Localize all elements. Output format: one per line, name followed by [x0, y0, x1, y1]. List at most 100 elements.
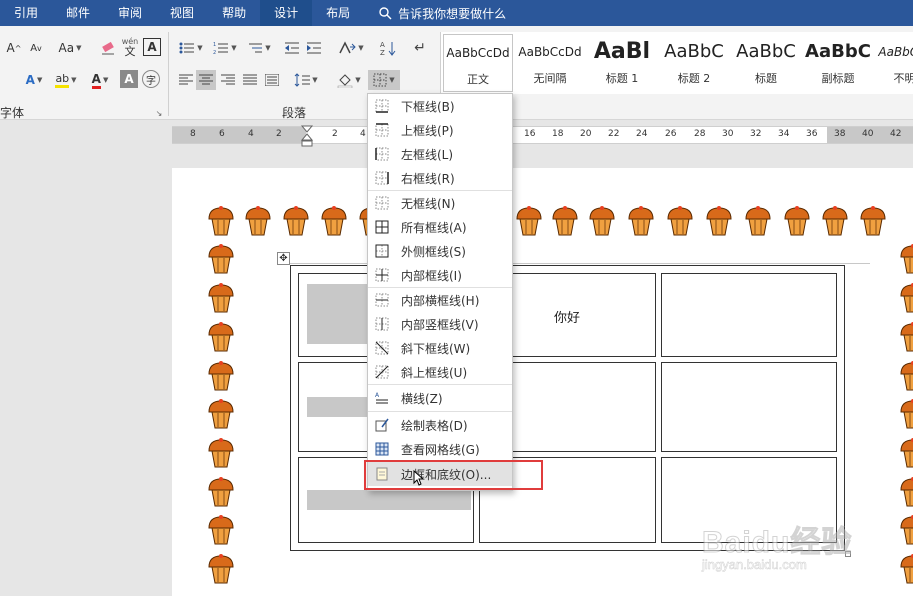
menu-item-bottom-border[interactable]: 下框线(B) [368, 94, 512, 118]
menu-item-horizontal-line[interactable]: A 横线(Z) [368, 386, 512, 410]
menu-item-right-border[interactable]: 右框线(R) [368, 166, 512, 190]
cupcake-icon [784, 206, 810, 236]
menu-item-left-border[interactable]: 左框线(L) [368, 142, 512, 166]
cell-shading [307, 490, 471, 510]
menu-item-view-gridlines[interactable]: 查看网格线(G) [368, 437, 512, 461]
align-right-button[interactable] [218, 70, 238, 90]
outside-borders-icon [375, 244, 389, 258]
ruler-tick: 42 [890, 129, 902, 139]
style-subtitle[interactable]: AaBbC 副标题 [803, 34, 873, 92]
align-center-button[interactable] [196, 70, 216, 90]
inside-vertical-border-icon [375, 317, 389, 331]
character-border-button[interactable]: A [143, 38, 161, 56]
align-left-button[interactable] [176, 70, 196, 90]
cupcake-icon [900, 438, 913, 468]
cupcake-icon [589, 206, 615, 236]
cupcake-icon [900, 322, 913, 352]
cupcake-icon [208, 477, 234, 507]
clear-format-button[interactable] [98, 38, 118, 58]
menu-item-inside-horizontal-border[interactable]: 内部横框线(H) [368, 288, 512, 312]
borders-button[interactable]: ▼ [368, 70, 400, 90]
change-case-button[interactable]: Aa ▼ [56, 38, 84, 58]
show-marks-button[interactable]: ↵ [410, 38, 430, 58]
menu-item-label: 查看网格线(G) [401, 442, 480, 457]
indent-marker-icon[interactable] [300, 125, 314, 147]
horizontal-line-icon: A [375, 392, 388, 404]
tab-references[interactable]: 引用 [0, 0, 52, 26]
decrease-indent-button[interactable] [282, 38, 302, 58]
asian-layout-button[interactable]: ▼ [336, 38, 366, 58]
menu-item-inside-borders[interactable]: 内部框线(I) [368, 263, 512, 287]
numbering-button[interactable]: 1 2 ▼ [210, 38, 240, 58]
align-center-icon [199, 74, 213, 85]
menu-item-no-border[interactable]: 无框线(N) [368, 191, 512, 215]
style-title[interactable]: AaBbC 标题 [731, 34, 801, 92]
tell-me-text: 告诉我你想要做什么 [398, 6, 507, 21]
menu-item-diagonal-down-border[interactable]: 斜下框线(W) [368, 336, 512, 360]
enclose-characters-button[interactable]: 字 [142, 70, 160, 88]
grow-font-button[interactable]: A ^ [6, 38, 22, 58]
cupcake-icon [283, 206, 309, 236]
ruler-tick: 20 [580, 129, 592, 139]
highlight-button[interactable]: ab ▼ [52, 70, 80, 90]
tab-mailings[interactable]: 邮件 [52, 0, 104, 26]
ruler-tick: 40 [862, 129, 874, 139]
svg-text:A: A [375, 392, 380, 399]
style-no-spacing[interactable]: AaBbCcDd 无间隔 [515, 34, 585, 92]
tab-view[interactable]: 视图 [156, 0, 208, 26]
distributed-icon [265, 74, 279, 86]
ruler-tick: 24 [636, 129, 648, 139]
menu-item-top-border[interactable]: 上框线(P) [368, 118, 512, 142]
cell-shading [307, 284, 367, 344]
cell-shading [307, 397, 367, 417]
phonetic-guide-button[interactable]: wén 文 [120, 34, 140, 60]
line-spacing-button[interactable]: ▼ [290, 70, 322, 90]
style-subtle-emphasis[interactable]: AaBbCcDd 不明显 [875, 34, 913, 92]
ruler-tick: 26 [665, 129, 677, 139]
menu-item-all-borders[interactable]: 所有框线(A) [368, 215, 512, 239]
increase-indent-button[interactable] [304, 38, 324, 58]
distributed-button[interactable] [262, 70, 282, 90]
menu-item-diagonal-up-border[interactable]: 斜上框线(U) [368, 360, 512, 384]
cupcake-icon [552, 206, 578, 236]
menu-item-label: 内部框线(I) [401, 268, 462, 283]
top-border-icon [375, 123, 389, 137]
tab-design[interactable]: 设计 [260, 0, 313, 26]
character-shading-button[interactable]: A [120, 70, 138, 88]
style-normal[interactable]: AaBbCcDd 正文 [443, 34, 513, 92]
justify-button[interactable] [240, 70, 260, 90]
bullets-button[interactable]: ▼ [176, 38, 206, 58]
sort-button[interactable]: AZ [378, 38, 398, 58]
left-border-icon [375, 147, 389, 161]
menu-item-label: 外侧框线(S) [401, 244, 466, 259]
table-cell[interactable] [661, 273, 837, 357]
svg-text:A: A [380, 41, 385, 49]
multilevel-list-button[interactable]: ▼ [244, 38, 274, 58]
shading-button[interactable]: ▼ [334, 70, 364, 90]
tell-me-box[interactable]: 告诉我你想要做什么 [378, 5, 506, 22]
ruler-tick: 2 [276, 129, 282, 139]
text-effects-button[interactable]: A ▼ [20, 70, 48, 90]
paint-bucket-icon [338, 74, 353, 88]
shrink-font-button[interactable]: Av [28, 38, 44, 58]
menu-item-outside-borders[interactable]: 外侧框线(S) [368, 239, 512, 263]
font-color-button[interactable]: A ▼ [86, 70, 114, 90]
menu-item-draw-table[interactable]: 绘制表格(D) [368, 413, 512, 437]
style-heading-2[interactable]: AaBbC 标题 2 [659, 34, 729, 92]
right-border-icon [375, 171, 389, 185]
tab-layout[interactable]: 布局 [312, 0, 364, 26]
style-heading-1[interactable]: AaBl 标题 1 [587, 34, 657, 92]
table-cell[interactable] [661, 362, 837, 452]
diagonal-down-border-icon [375, 341, 389, 355]
font-dialog-launcher[interactable]: ↘ [154, 108, 164, 118]
tab-help[interactable]: 帮助 [208, 0, 260, 26]
ruler-tick: 28 [694, 129, 706, 139]
ruler-tick: 6 [219, 129, 225, 139]
menu-item-inside-vertical-border[interactable]: 内部竖框线(V) [368, 312, 512, 336]
cupcake-icon [667, 206, 693, 236]
cupcake-icon [900, 244, 913, 274]
ruler-tick: 18 [552, 129, 564, 139]
table-move-handle[interactable]: ✥ [277, 252, 290, 265]
ruler-tick: 22 [608, 129, 620, 139]
tab-review[interactable]: 审阅 [104, 0, 156, 26]
